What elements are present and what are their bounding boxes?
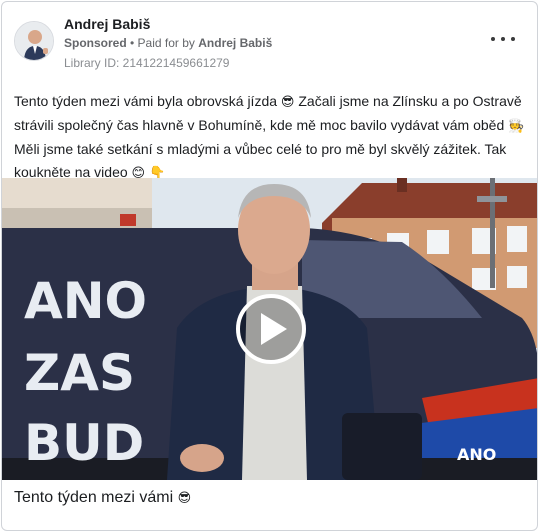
ad-card: Andrej Babiš Sponsored • Paid for by And… [1, 1, 538, 531]
van-text-line3: BUD [24, 414, 144, 472]
sponsored-line: Sponsored • Paid for by Andrej Babiš [64, 36, 272, 50]
page-avatar[interactable] [14, 21, 54, 61]
caption-text: Tento týden mezi vámi [14, 489, 178, 506]
more-dot [511, 37, 515, 41]
paid-for-prefix: Paid for by [137, 36, 199, 50]
post-text-part: Měli jsme také setkání s mladými a vůbec… [14, 141, 507, 180]
ad-header: Andrej Babiš Sponsored • Paid for by And… [2, 2, 537, 84]
play-triangle-icon [261, 313, 287, 345]
avatar-image [15, 22, 53, 60]
more-dot [491, 37, 495, 41]
library-id: Library ID: 2141221459661279 [64, 56, 230, 70]
video-caption: Tento týden mezi vámi 😎 [14, 489, 191, 507]
post-text-part: Tento týden mezi vámi byla obrovská jízd… [14, 93, 281, 109]
more-dot [501, 37, 505, 41]
van-text-line2: ZAS [24, 344, 135, 402]
sponsored-label: Sponsored [64, 36, 127, 50]
video-player[interactable]: ANO ZAS BUD ANO [2, 178, 537, 480]
paid-for-by-name: Andrej Babiš [198, 36, 273, 50]
post-text: Tento týden mezi vámi byla obrovská jízd… [14, 90, 529, 185]
page-name[interactable]: Andrej Babiš [64, 16, 150, 32]
cook-emoji: 🧑‍🍳 [508, 119, 525, 134]
sunglasses-emoji: 😎 [177, 491, 192, 506]
play-icon[interactable] [236, 294, 306, 364]
van-logo: ANO [457, 445, 496, 464]
sunglasses-emoji: 😎 [280, 95, 295, 110]
van-text-line1: ANO [24, 272, 147, 330]
meta-separator: • [126, 36, 138, 50]
more-options-icon[interactable] [491, 30, 515, 48]
